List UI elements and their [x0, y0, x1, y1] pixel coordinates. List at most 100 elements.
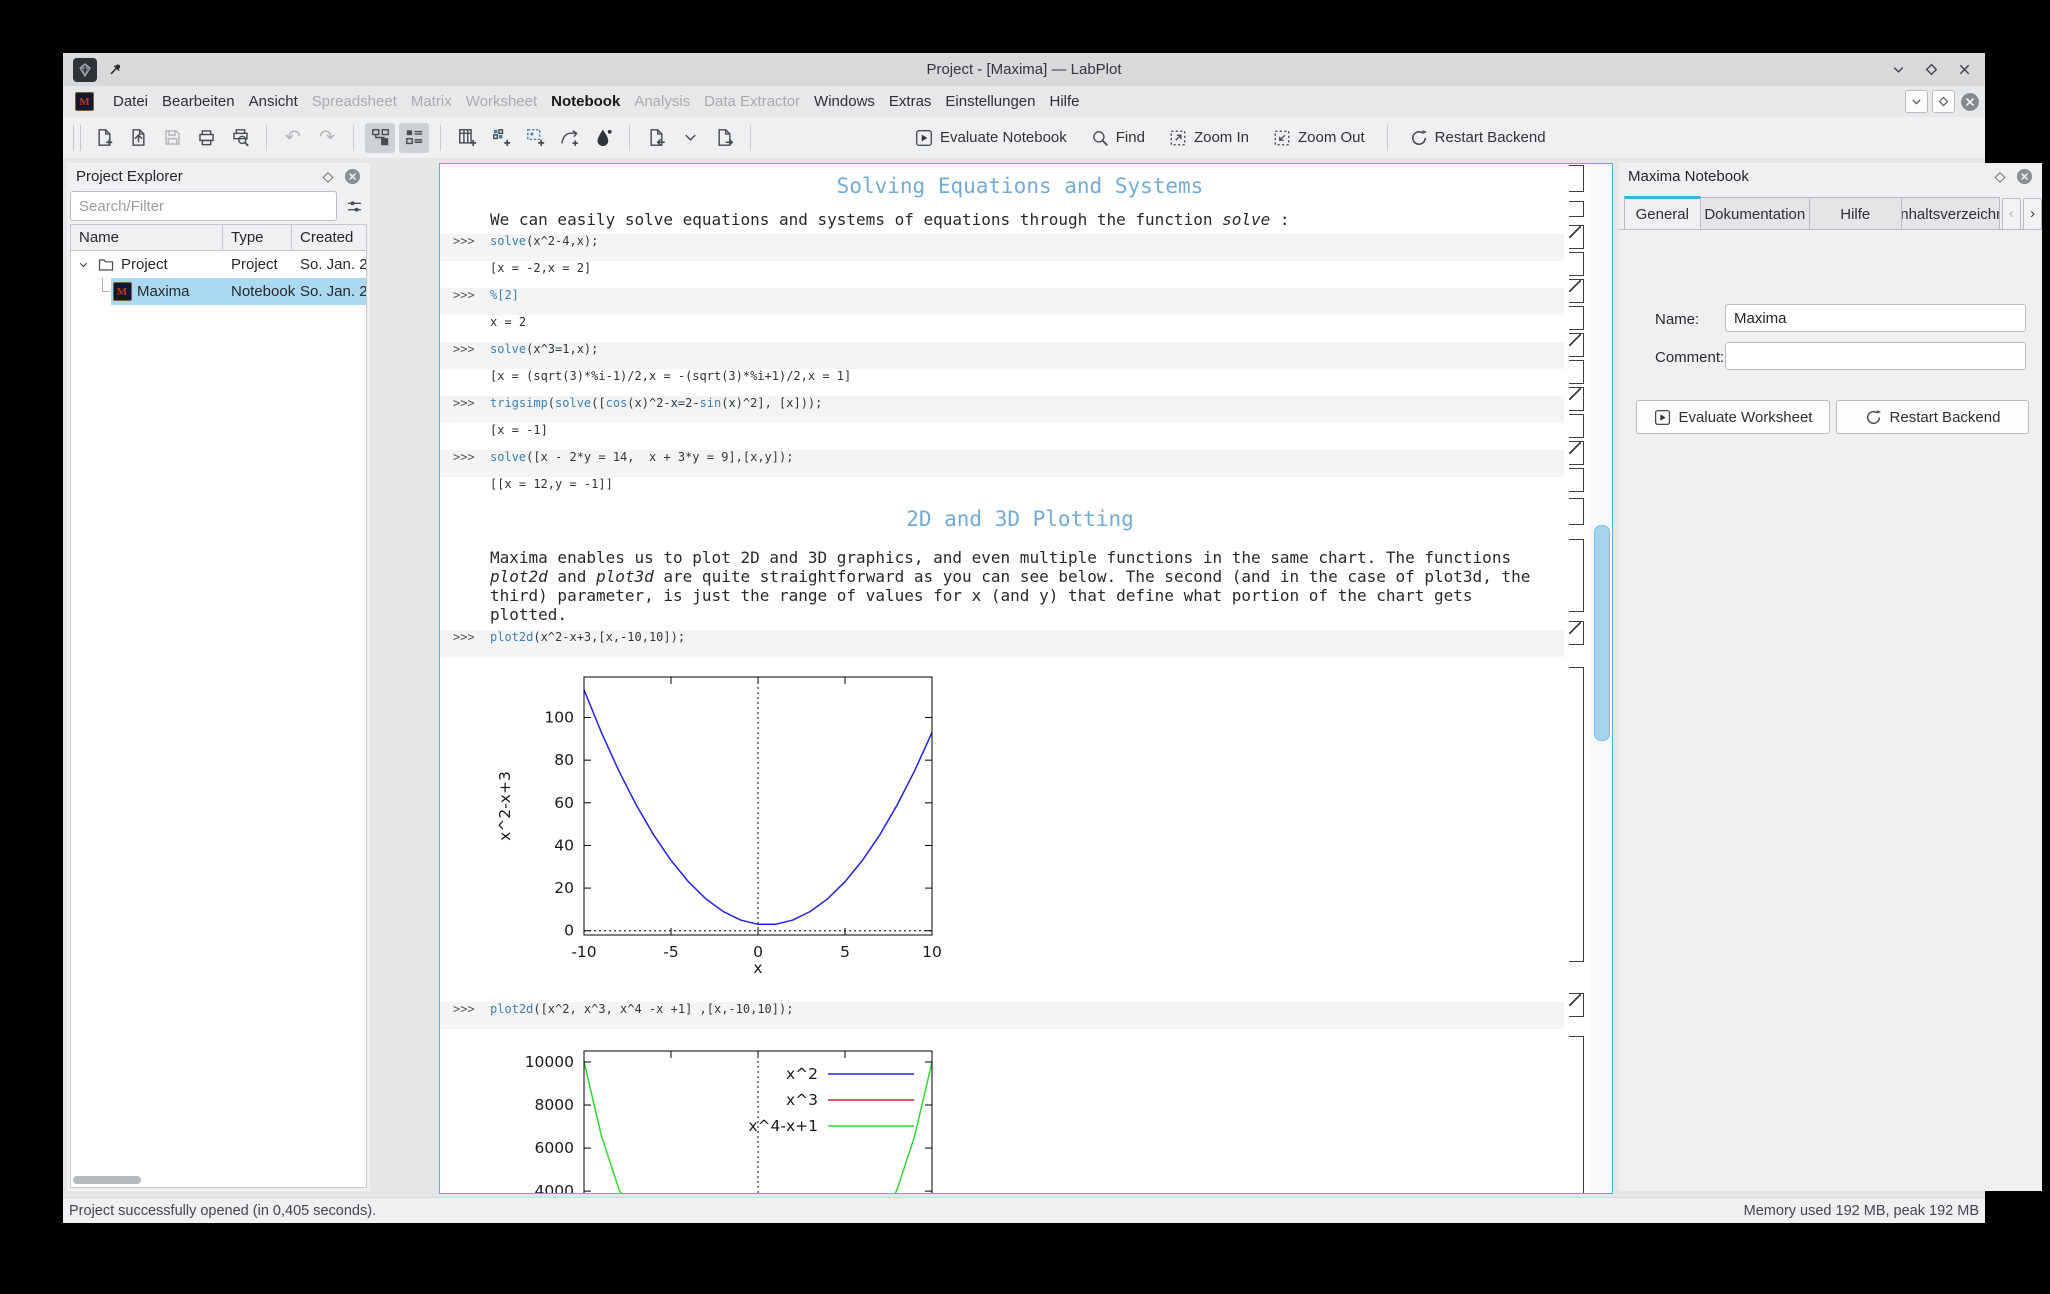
- main-area: Project Explorer ◇ Name Type Created Pro…: [63, 158, 2042, 1198]
- tree-header[interactable]: Name Type Created: [71, 225, 366, 251]
- search-input[interactable]: [70, 191, 337, 221]
- cell-bracket[interactable]: [1567, 441, 1584, 465]
- new-notebook-button[interactable]: [588, 123, 618, 153]
- toggle-project-explorer-button[interactable]: [365, 122, 395, 153]
- menu-einstellungen[interactable]: Einstellungen: [938, 86, 1042, 117]
- tab-dokumentation[interactable]: Dokumentation: [1700, 197, 1811, 230]
- cell-bracket[interactable]: [1567, 498, 1584, 525]
- close-button[interactable]: [1956, 61, 1973, 78]
- plot-image-1: -10 -5 0 5 10 0 20 40 60 80 100 x x^2-x+3: [488, 676, 1564, 974]
- cell-bracket[interactable]: [1567, 414, 1584, 438]
- new-matrix-button[interactable]: [486, 123, 516, 153]
- evaluate-worksheet-button[interactable]: Evaluate Worksheet: [1636, 400, 1830, 434]
- print-preview-button[interactable]: [225, 123, 255, 153]
- notebook-heading[interactable]: 2D and 3D Plotting: [490, 507, 1550, 537]
- mdi-restore-button[interactable]: [1932, 90, 1955, 113]
- tree-row-project[interactable]: Project Project So. Jan. 2 18:: [71, 251, 366, 278]
- cell-bracket[interactable]: [1567, 252, 1584, 276]
- import-button[interactable]: [641, 123, 671, 153]
- cell-bracket[interactable]: [1567, 306, 1584, 330]
- command-prompt: >>>: [453, 288, 475, 302]
- comment-field[interactable]: [1725, 342, 2026, 370]
- notebook-paragraph[interactable]: We can easily solve equations and system…: [490, 210, 1550, 229]
- datapicker-icon: [560, 130, 578, 146]
- print-button[interactable]: [191, 123, 221, 153]
- cell-bracket[interactable]: [1567, 993, 1584, 1017]
- close-panel-icon[interactable]: [2015, 167, 2033, 185]
- scrollbar-thumb[interactable]: [1594, 525, 1610, 741]
- command-cell[interactable]: >>> trigsimp(solve([cos(x)^2-x=2-sin(x)^2…: [440, 396, 1564, 423]
- project-tree: Name Type Created Project Project So. Jan.…: [70, 224, 367, 1188]
- cell-bracket[interactable]: [1567, 468, 1584, 492]
- tab-inhaltsverzeichn[interactable]: Inhaltsverzeichn: [1901, 197, 2000, 230]
- command-cell[interactable]: >>> %[2]: [440, 288, 1564, 315]
- new-datapicker-button[interactable]: [554, 123, 584, 153]
- evaluate-notebook-button[interactable]: Evaluate Notebook: [906, 122, 1076, 154]
- tabs-scroll-right-icon[interactable]: ›: [2023, 197, 2042, 230]
- menu-bearbeiten[interactable]: Bearbeiten: [155, 86, 242, 117]
- tab-hilfe[interactable]: Hilfe: [1810, 197, 1902, 230]
- float-panel-icon[interactable]: ◇: [1991, 167, 2009, 185]
- new-project-button[interactable]: [89, 123, 119, 153]
- menu-hilfe[interactable]: Hilfe: [1043, 86, 1087, 117]
- menu-extras[interactable]: Extras: [882, 86, 939, 117]
- zoom-out-button[interactable]: Zoom Out: [1264, 122, 1374, 154]
- cell-bracket[interactable]: [1567, 1036, 1584, 1193]
- cell-bracket[interactable]: [1567, 165, 1584, 192]
- cell-bracket[interactable]: [1567, 621, 1584, 645]
- command-cell[interactable]: >>> plot2d([x^2, x^3, x^4 -x +1] ,[x,-10,…: [440, 1002, 1564, 1029]
- restart-backend-button[interactable]: Restart Backend: [1836, 400, 2029, 434]
- print-preview-icon: [232, 129, 249, 147]
- maximize-button[interactable]: [1923, 61, 1940, 78]
- minimize-button[interactable]: [1890, 61, 1907, 78]
- import-menu-button[interactable]: [675, 123, 705, 153]
- cell-bracket[interactable]: [1567, 225, 1584, 249]
- new-spreadsheet-button[interactable]: [452, 123, 482, 153]
- cell-bracket[interactable]: [1567, 387, 1584, 411]
- cell-bracket[interactable]: [1567, 539, 1584, 612]
- expander-caret-icon[interactable]: [71, 258, 95, 271]
- command-cell[interactable]: >>> solve(x^3=1,x);: [440, 342, 1564, 369]
- menu-notebook[interactable]: Notebook: [544, 86, 627, 117]
- cell-bracket[interactable]: [1567, 333, 1584, 357]
- mdi-minimize-button[interactable]: [1905, 90, 1928, 113]
- restart-backend-button[interactable]: Restart Backend: [1401, 122, 1555, 154]
- find-button[interactable]: Find: [1082, 122, 1154, 154]
- notebook-paragraph[interactable]: Maxima enables us to plot 2D and 3D grap…: [490, 548, 1550, 624]
- zoom-in-button[interactable]: Zoom In: [1160, 122, 1258, 154]
- filter-options-icon[interactable]: [341, 193, 367, 219]
- mdi-close-button[interactable]: [1959, 91, 1980, 112]
- cell-bracket[interactable]: [1567, 360, 1584, 384]
- printer-icon: [198, 130, 214, 146]
- pin-icon[interactable]: [107, 61, 124, 78]
- command-cell[interactable]: >>> solve([x - 2*y = 14, x + 3*y = 9],[x,…: [440, 450, 1564, 477]
- cell-bracket[interactable]: [1567, 667, 1584, 962]
- project-explorer-title: Project Explorer: [76, 167, 183, 185]
- cell-bracket[interactable]: [1567, 201, 1584, 217]
- export-button[interactable]: [709, 123, 739, 153]
- tabs-scroll-left-icon[interactable]: ‹: [2002, 197, 2021, 230]
- menu-windows[interactable]: Windows: [807, 86, 882, 117]
- main-toolbar: ↶ ↷ Evaluate Notebook Find Zoom In Zoom Out R…: [63, 117, 1985, 158]
- result-cell: [x = (sqrt(3)*%i-1)/2,x = -(sqrt(3)*%i+1…: [490, 369, 852, 383]
- tab-general[interactable]: General: [1624, 196, 1701, 230]
- new-worksheet-button[interactable]: [520, 123, 550, 153]
- horizontal-scrollbar[interactable]: [73, 1176, 141, 1184]
- command-cell[interactable]: >>> plot2d(x^2-x+3,[x,-10,10]);: [440, 630, 1564, 657]
- close-panel-icon[interactable]: [343, 167, 361, 185]
- toolbar-handle[interactable]: [73, 124, 81, 151]
- open-project-button[interactable]: [123, 123, 153, 153]
- tree-row-maxima[interactable]: MMaxima NotebookSo. Jan. 2 18:: [71, 278, 366, 305]
- command-cell[interactable]: >>> solve(x^2-4,x);: [440, 234, 1564, 261]
- cell-bracket[interactable]: [1567, 279, 1584, 303]
- menu-datei[interactable]: Datei: [106, 86, 155, 117]
- toggle-properties-explorer-button[interactable]: [399, 122, 429, 153]
- ink-drop-icon: [597, 129, 612, 147]
- float-panel-icon[interactable]: ◇: [319, 167, 337, 185]
- status-bar: Project successfully opened (in 0,405 se…: [63, 1197, 1985, 1223]
- vertical-scrollbar[interactable]: [1591, 165, 1611, 1192]
- save-icon: [164, 130, 180, 145]
- notebook-heading[interactable]: Solving Equations and Systems: [490, 174, 1550, 204]
- name-field[interactable]: [1725, 304, 2026, 332]
- menu-ansicht[interactable]: Ansicht: [242, 86, 305, 117]
